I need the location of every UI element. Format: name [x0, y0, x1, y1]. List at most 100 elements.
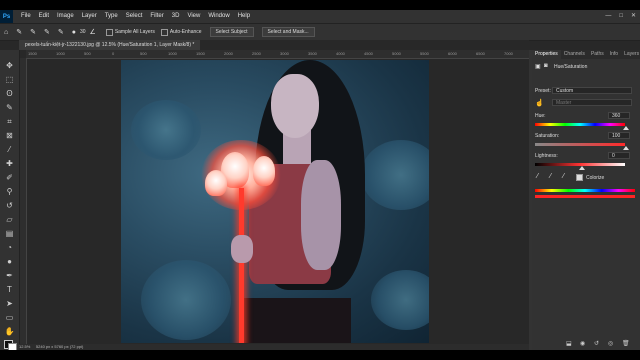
ruler-mark: 3500: [308, 51, 317, 56]
menu-window[interactable]: Window: [204, 10, 233, 23]
menu-image[interactable]: Image: [53, 10, 78, 23]
tab-layers[interactable]: Layers: [621, 50, 640, 59]
menu-3d[interactable]: 3D: [168, 10, 184, 23]
new-selection-icon[interactable]: ✎: [30, 28, 36, 36]
close-button[interactable]: ✕: [631, 10, 636, 23]
background-color-swatch[interactable]: [8, 343, 17, 350]
background-leaf: [371, 270, 429, 330]
angle-icon[interactable]: ∠: [90, 28, 96, 36]
ruler-mark: 7000: [504, 51, 513, 56]
lasso-tool-icon[interactable]: ʘ: [3, 88, 16, 99]
preset-dropdown[interactable]: Custom: [552, 87, 632, 94]
quick-selection-tool-icon[interactable]: ✎: [16, 28, 22, 36]
eyedropper-subtract-icon[interactable]: ⁄: [563, 173, 564, 180]
reset-icon[interactable]: ↺: [594, 340, 599, 347]
brush-tool-icon[interactable]: ✐: [3, 172, 16, 183]
gradient-tool-icon[interactable]: ▤: [3, 228, 16, 239]
menu-filter[interactable]: Filter: [146, 10, 167, 23]
ruler-mark: 4000: [336, 51, 345, 56]
visibility-icon[interactable]: ◎: [608, 340, 613, 347]
tab-info[interactable]: Info: [607, 50, 621, 59]
select-and-mask-button[interactable]: Select and Mask...: [261, 27, 315, 37]
ruler-mark: 5000: [392, 51, 401, 56]
healing-brush-tool-icon[interactable]: ✚: [3, 158, 16, 169]
frame-tool-icon[interactable]: ⊠: [3, 130, 16, 141]
colorize-label: Colorize: [586, 175, 605, 181]
hue-field[interactable]: 360: [608, 112, 630, 119]
clip-to-layer-icon[interactable]: ⬓: [566, 340, 572, 347]
hue-slider-knob[interactable]: [623, 126, 629, 130]
sample-all-layers-label: Sample All Layers: [114, 29, 155, 35]
history-brush-tool-icon[interactable]: ↺: [3, 200, 16, 211]
ruler-mark: 3000: [280, 51, 289, 56]
tab-properties[interactable]: Properties: [532, 50, 561, 59]
properties-panel: Properties Channels Paths Info Layers ▣ …: [532, 50, 640, 350]
zoom-level[interactable]: 12.5%: [19, 344, 30, 349]
view-previous-state-icon[interactable]: ◉: [580, 340, 585, 347]
photoshop-window: Ps File Edit Image Layer Type Select Fil…: [0, 10, 640, 350]
ruler-mark: 2500: [252, 51, 261, 56]
lightness-slider-knob[interactable]: [579, 166, 585, 170]
crop-tool-icon[interactable]: ⌗: [3, 116, 16, 127]
mask-icon[interactable]: ◙: [544, 63, 548, 69]
channel-dropdown[interactable]: Master: [552, 99, 632, 106]
ruler-mark: 5500: [420, 51, 429, 56]
clone-stamp-tool-icon[interactable]: ⚲: [3, 186, 16, 197]
hand-shape: [231, 235, 253, 263]
menu-select[interactable]: Select: [122, 10, 147, 23]
targeted-adjustment-icon[interactable]: ☝: [535, 99, 544, 107]
move-tool-icon[interactable]: ✥: [3, 60, 16, 71]
eyedropper-tool-icon[interactable]: ⁄: [3, 144, 16, 155]
brush-size-value[interactable]: 30: [80, 29, 86, 35]
menu-edit[interactable]: Edit: [35, 10, 53, 23]
tab-paths[interactable]: Paths: [588, 50, 607, 59]
lightness-field[interactable]: 0: [608, 152, 630, 159]
marquee-tool-icon[interactable]: ⬚: [3, 74, 16, 85]
menu-file[interactable]: File: [17, 10, 35, 23]
saturation-slider-knob[interactable]: [623, 146, 629, 150]
eyedropper-icon[interactable]: ⁄: [537, 173, 538, 180]
tools-panel: ✥ ⬚ ʘ ✎ ⌗ ⊠ ⁄ ✚ ✐ ⚲ ↺ ▱ ▤ ◔ ● ✒ T ➤ ▭ ✋: [0, 50, 20, 350]
maximize-button[interactable]: □: [619, 10, 623, 23]
dodge-tool-icon[interactable]: ●: [3, 256, 16, 267]
saturation-field[interactable]: 100: [608, 132, 630, 139]
document-image[interactable]: [121, 60, 429, 343]
status-bar: 12.5% 5240 px x 5760 px (72 ppi): [19, 344, 529, 350]
brush-size-icon[interactable]: ●: [72, 29, 76, 36]
eyedropper-add-icon[interactable]: ⁄: [550, 173, 551, 180]
hue-value: 360: [612, 113, 621, 119]
add-selection-icon[interactable]: ✎: [44, 28, 50, 36]
hue-slider[interactable]: [535, 123, 625, 126]
colorize-checkbox[interactable]: [576, 174, 583, 181]
eraser-tool-icon[interactable]: ▱: [3, 214, 16, 225]
hand-tool-icon[interactable]: ✋: [3, 326, 16, 337]
ruler-mark: 4500: [364, 51, 373, 56]
path-selection-tool-icon[interactable]: ➤: [3, 298, 16, 309]
subtract-selection-icon[interactable]: ✎: [58, 28, 64, 36]
adjustment-title: Hue/Saturation: [554, 64, 588, 70]
menu-type[interactable]: Type: [101, 10, 122, 23]
arm-shape: [301, 160, 341, 270]
quick-selection-tool-icon[interactable]: ✎: [3, 102, 16, 113]
photoshop-logo: Ps: [0, 10, 13, 23]
type-tool-icon[interactable]: T: [3, 284, 16, 295]
select-subject-button[interactable]: Select Subject: [209, 27, 254, 37]
home-icon[interactable]: ⌂: [4, 29, 8, 36]
minimize-button[interactable]: —: [605, 10, 611, 23]
menu-help[interactable]: Help: [234, 10, 254, 23]
saturation-slider[interactable]: [535, 143, 625, 146]
ruler-mark: 6000: [448, 51, 457, 56]
blur-tool-icon[interactable]: ◔: [3, 242, 16, 253]
document-tab[interactable]: pexels-tuấn-kiệt-jr-1322130.jpg @ 12.5% …: [19, 40, 201, 50]
glowing-petal: [253, 156, 275, 186]
pen-tool-icon[interactable]: ✒: [3, 270, 16, 281]
canvas-area[interactable]: [27, 59, 529, 344]
menu-view[interactable]: View: [183, 10, 204, 23]
sample-all-layers-checkbox[interactable]: [105, 28, 113, 36]
background-leaf: [131, 100, 201, 160]
menu-layer[interactable]: Layer: [78, 10, 101, 23]
tab-channels[interactable]: Channels: [561, 50, 588, 59]
auto-enhance-checkbox[interactable]: [160, 28, 168, 36]
trash-icon[interactable]: 🗑: [622, 340, 630, 347]
rectangle-tool-icon[interactable]: ▭: [3, 312, 16, 323]
